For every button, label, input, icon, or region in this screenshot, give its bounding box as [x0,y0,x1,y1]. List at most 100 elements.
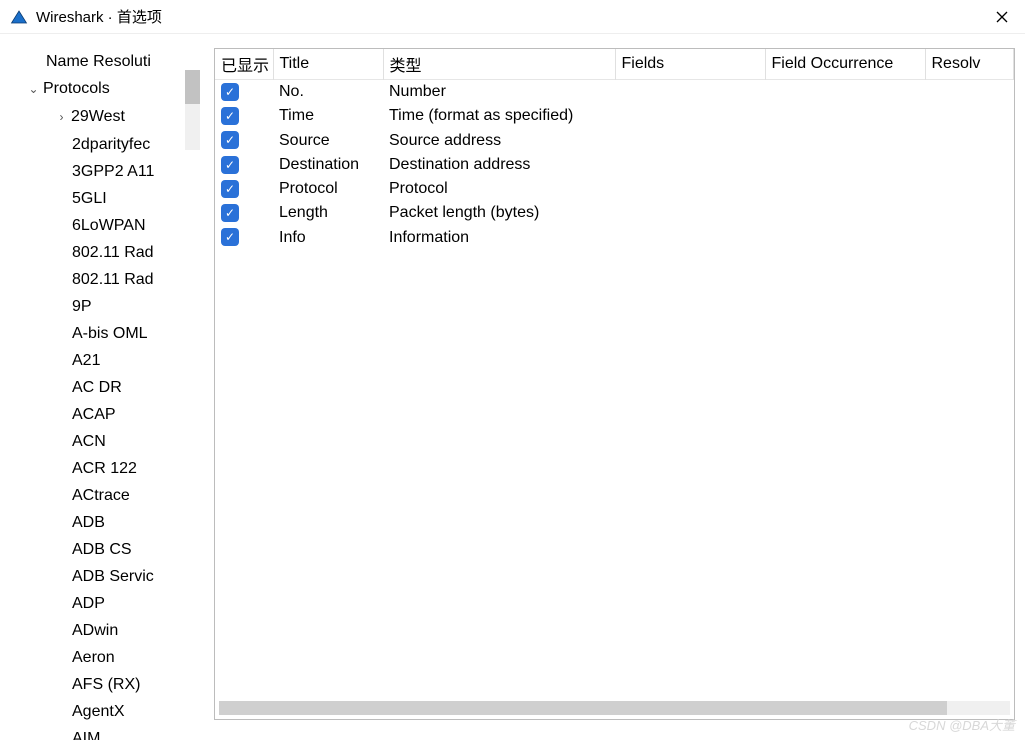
tree-item-label: 3GPP2 A11 [72,163,154,180]
horizontal-scrollbar-track[interactable] [219,701,1010,715]
cell-empty [925,177,1014,201]
tree-item[interactable]: ›29West [8,103,200,131]
tree-item-label: 802.11 Rad [72,244,154,261]
cell-title: Info [273,225,383,249]
tree-item-label: 9P [72,298,92,315]
sidebar: Name Resoluti⌄Protocols›29West 2dparityfe… [0,48,200,740]
table-row[interactable]: ✓ ProtocolProtocol [215,177,1014,201]
table-row[interactable]: ✓InfoInformation [215,225,1014,249]
tree-item[interactable]: ACN [8,428,200,455]
tree-item[interactable]: ADB Servic [8,563,200,590]
cell-type: Number [383,80,615,105]
chevron-right-icon[interactable]: › [56,104,67,131]
tree-item-label: AgentX [72,703,124,720]
tree-item-label: ACR 122 [72,460,137,477]
cell-type: Protocol [383,177,615,201]
table-row[interactable]: ✓LengthPacket length (bytes) [215,201,1014,225]
table-row[interactable]: ✓ No.Number [215,80,1014,105]
cell-empty [765,201,925,225]
cell-title: Length [273,201,383,225]
tree-item[interactable]: A-bis OML [8,320,200,347]
tree-item[interactable]: 9P [8,293,200,320]
checkbox-checked-icon[interactable]: ✓ [221,156,239,174]
cell-empty [925,225,1014,249]
sidebar-scrollbar-thumb[interactable] [185,70,200,104]
cell-empty [615,225,765,249]
tree-item[interactable]: ADP [8,590,200,617]
col-header-resolved[interactable]: Resolv [925,49,1014,80]
table-row[interactable]: ✓ TimeTime (format as specified) [215,104,1014,128]
tree-item[interactable]: AFS (RX) [8,671,200,698]
close-button[interactable] [979,0,1025,34]
cell-title: Protocol [273,177,383,201]
tree-item-label: ADP [72,595,105,612]
titlebar: Wireshark · 首选项 [0,0,1025,34]
window-title: Wireshark · 首选项 [36,6,162,27]
cell-empty [925,80,1014,105]
tree-item[interactable]: Name Resoluti [8,48,200,75]
cell-empty [925,104,1014,128]
tree-item[interactable]: ⌄Protocols [8,75,200,103]
tree-item[interactable]: 6LoWPAN [8,212,200,239]
table-row[interactable]: ✓SourceSource address [215,128,1014,152]
chevron-down-icon[interactable]: ⌄ [28,76,39,103]
cell-empty [615,80,765,105]
content: Name Resoluti⌄Protocols›29West 2dparityfe… [0,34,1025,740]
tree-item-label: 29West [71,108,125,125]
tree-item-label: 2dparityfec [72,136,150,153]
cell-empty [765,128,925,152]
tree-item-label: ADB CS [72,541,132,558]
tree-item[interactable]: A21 [8,347,200,374]
table-row[interactable]: ✓DestinationDestination address [215,153,1014,177]
cell-empty [615,128,765,152]
table-header-row: 已显示 Title 类型 Fields Field Occurrence Res… [215,49,1014,80]
cell-title: No. [273,80,383,105]
checkbox-checked-icon[interactable]: ✓ [221,83,239,101]
tree-item[interactable]: Aeron [8,644,200,671]
checkbox-checked-icon[interactable]: ✓ [221,180,239,198]
tree-item[interactable]: 5GLI [8,185,200,212]
checkbox-checked-icon[interactable]: ✓ [221,204,239,222]
tree-item[interactable]: ACtrace [8,482,200,509]
checkbox-checked-icon[interactable]: ✓ [221,107,239,125]
tree-item-label: A21 [72,352,100,369]
cell-empty [765,104,925,128]
tree-item[interactable]: ADwin [8,617,200,644]
tree-item-label: 802.11 Rad [72,271,154,288]
tree-item[interactable]: ADB CS [8,536,200,563]
tree-item[interactable]: ACR 122 [8,455,200,482]
tree-item[interactable]: AC DR [8,374,200,401]
tree-item-label: 6LoWPAN [72,217,146,234]
tree-item[interactable]: 802.11 Rad [8,239,200,266]
col-header-occurrence[interactable]: Field Occurrence [765,49,925,80]
tree-item-label: ACtrace [72,487,130,504]
col-header-fields[interactable]: Fields [615,49,765,80]
col-header-displayed[interactable]: 已显示 [215,49,273,80]
tree-item[interactable]: AIM [8,725,200,740]
tree-item[interactable]: ACAP [8,401,200,428]
cell-title: Time [273,104,383,128]
cell-empty [765,153,925,177]
columns-panel: 已显示 Title 类型 Fields Field Occurrence Res… [214,48,1015,720]
cell-type: Time (format as specified) [383,104,615,128]
tree-item[interactable]: 2dparityfec [8,131,200,158]
tree-item[interactable]: AgentX [8,698,200,725]
tree-item[interactable]: 802.11 Rad [8,266,200,293]
tree-item[interactable]: ADB [8,509,200,536]
tree-item[interactable]: 3GPP2 A11 [8,158,200,185]
cell-type: Destination address [383,153,615,177]
horizontal-scrollbar-thumb[interactable] [219,701,947,715]
checkbox-checked-icon[interactable]: ✓ [221,228,239,246]
tree-item-label: A-bis OML [72,325,148,342]
col-header-title[interactable]: Title [273,49,383,80]
cell-empty [925,201,1014,225]
tree-item-label: 5GLI [72,190,107,207]
col-header-type[interactable]: 类型 [383,49,615,80]
checkbox-checked-icon[interactable]: ✓ [221,131,239,149]
cell-empty [925,153,1014,177]
protocol-tree[interactable]: Name Resoluti⌄Protocols›29West 2dparityfe… [0,48,200,740]
cell-empty [765,80,925,105]
tree-item-label: AFS (RX) [72,676,140,693]
wireshark-icon [10,8,28,26]
cell-empty [615,104,765,128]
